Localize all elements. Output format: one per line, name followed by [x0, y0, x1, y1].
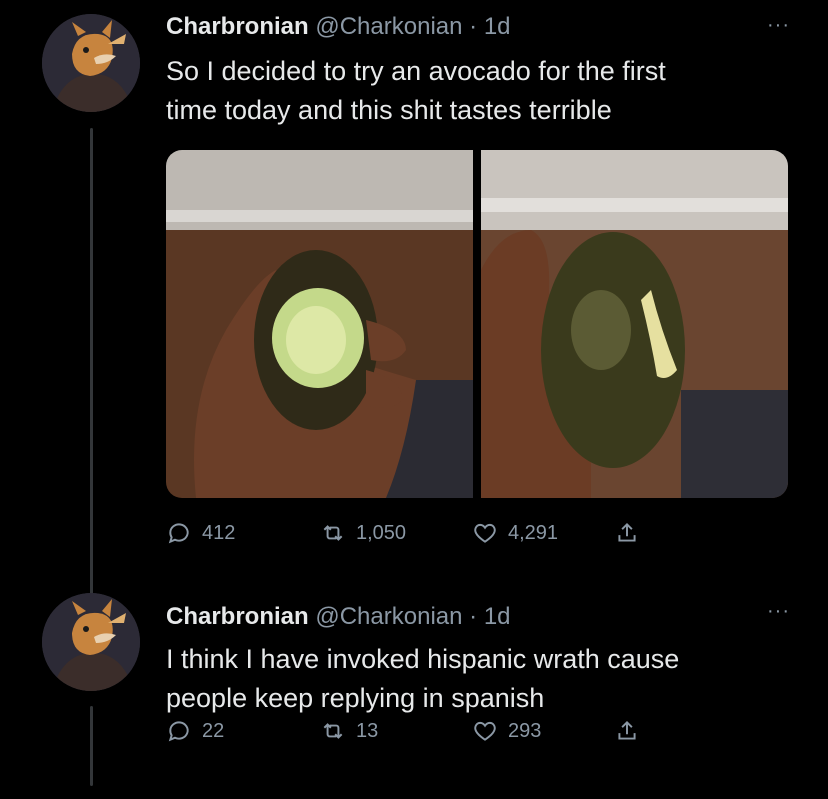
- share-button[interactable]: [614, 520, 650, 546]
- avatar[interactable]: [42, 593, 140, 691]
- photo-avocado-cut[interactable]: [166, 150, 473, 498]
- retweet-icon: [323, 723, 343, 739]
- more-icon[interactable]: ···: [767, 14, 790, 37]
- tweet[interactable]: Charbronian @Charkonian · 1d ··· So I de…: [0, 0, 828, 606]
- retweet-count: 13: [356, 719, 379, 742]
- author-name[interactable]: Charbronian: [166, 603, 309, 630]
- retweet-button[interactable]: 13: [320, 718, 472, 744]
- timestamp[interactable]: 1d: [484, 13, 511, 40]
- tweet-header: Charbronian @Charkonian · 1d: [166, 12, 511, 42]
- retweet-count: 1,050: [356, 521, 407, 544]
- avatar[interactable]: [42, 14, 140, 112]
- thread-line: [90, 706, 93, 786]
- separator-dot: ·: [469, 13, 478, 40]
- reply-icon: [168, 523, 189, 544]
- tweet-media[interactable]: [166, 150, 788, 498]
- like-count: 293: [508, 719, 542, 742]
- separator-dot: ·: [469, 603, 478, 630]
- tweet-text: I think I have invoked hispanic wrath ca…: [166, 644, 680, 713]
- retweet-button[interactable]: 1,050: [320, 520, 472, 546]
- reply-button[interactable]: 412: [166, 520, 320, 546]
- like-button[interactable]: 293: [472, 718, 614, 744]
- author-handle[interactable]: @Charkonian: [315, 603, 462, 630]
- photo-avocado-bitten[interactable]: [481, 150, 788, 498]
- thread-line: [90, 128, 93, 606]
- tweet-text: So I decided to try an avocado for the f…: [166, 56, 666, 125]
- reply-button[interactable]: 22: [166, 718, 320, 744]
- action-bar: 412 1,050 4,291: [166, 520, 650, 546]
- heart-icon: [474, 721, 496, 741]
- reply-icon: [168, 721, 189, 742]
- action-bar: 22 13 293: [166, 718, 650, 744]
- like-button[interactable]: 4,291: [472, 520, 614, 546]
- share-button[interactable]: [614, 718, 650, 744]
- share-icon: [618, 522, 636, 542]
- tweet-header: Charbronian @Charkonian · 1d: [166, 602, 511, 632]
- share-icon: [618, 720, 636, 740]
- author-handle[interactable]: @Charkonian: [315, 13, 462, 40]
- like-count: 4,291: [508, 521, 559, 544]
- author-name[interactable]: Charbronian: [166, 13, 309, 40]
- retweet-icon: [323, 525, 343, 541]
- heart-icon: [474, 523, 496, 543]
- reply-count: 22: [202, 719, 225, 742]
- reply-count: 412: [202, 521, 236, 544]
- more-icon[interactable]: ···: [767, 600, 790, 623]
- timestamp[interactable]: 1d: [484, 603, 511, 630]
- tweet[interactable]: Charbronian @Charkonian · 1d ··· I think…: [0, 580, 828, 799]
